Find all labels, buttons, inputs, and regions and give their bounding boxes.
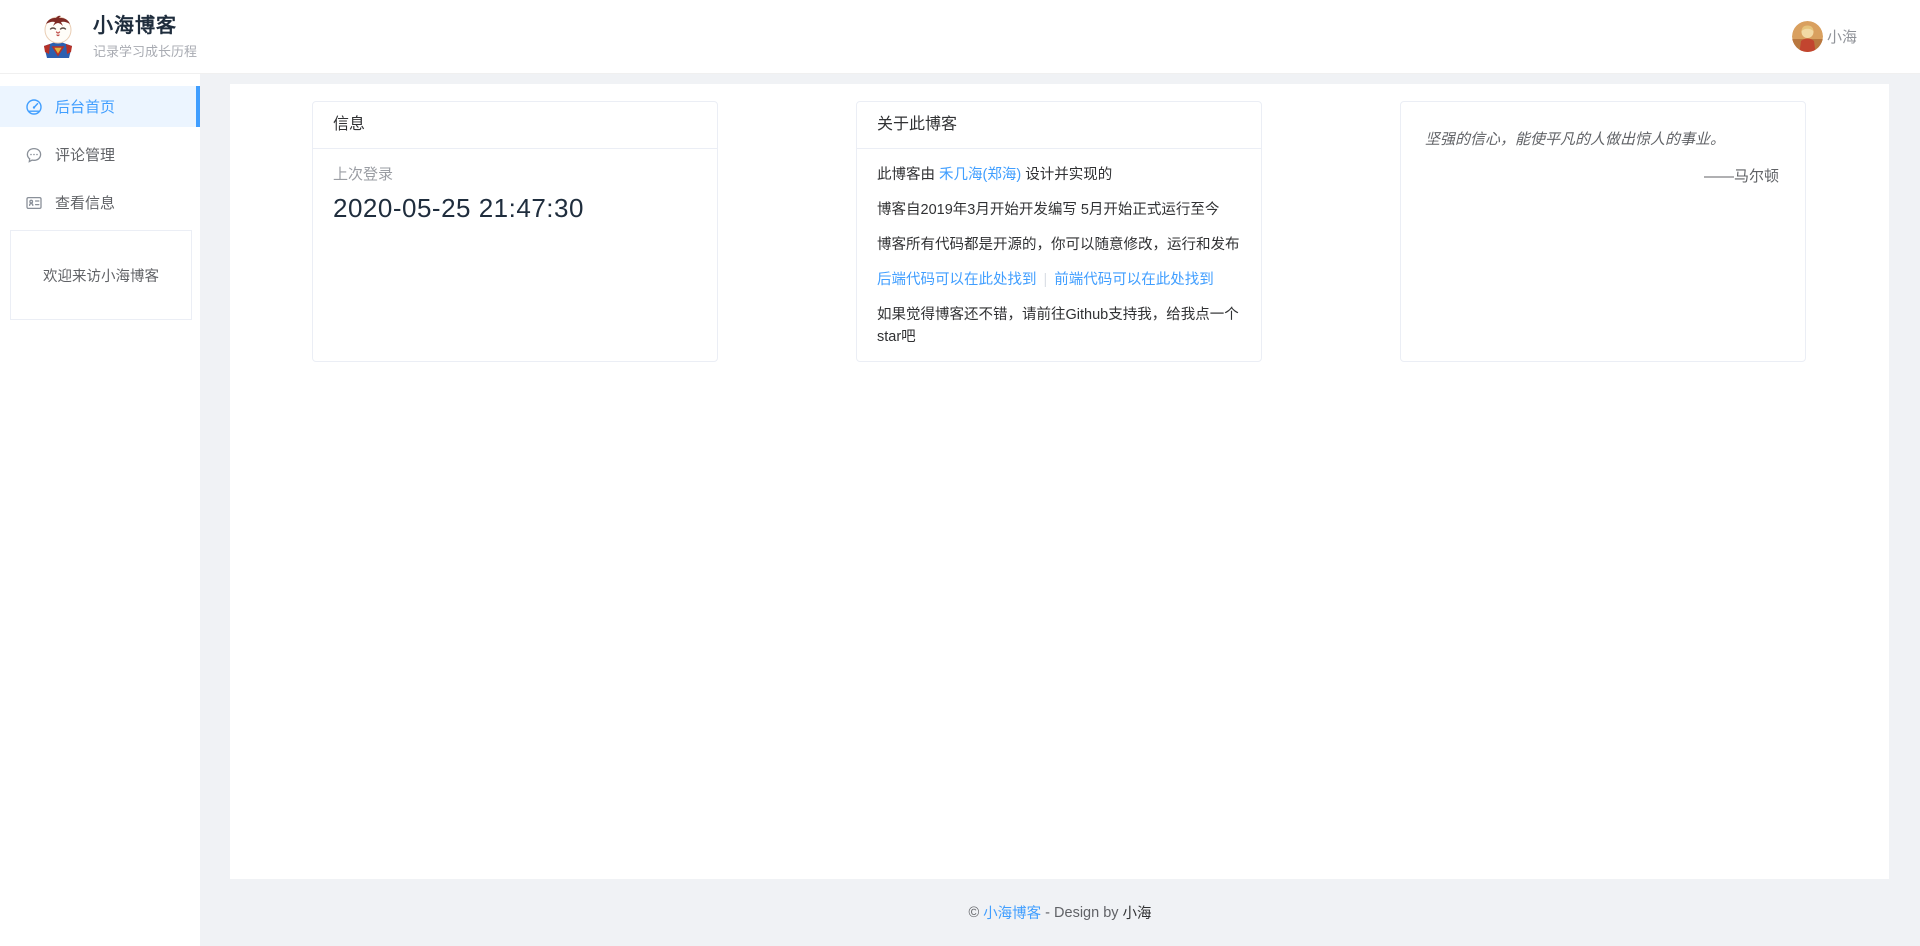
about-line1-suffix: 设计并实现的	[1021, 167, 1112, 183]
quote-author: ——马尔顿	[1425, 165, 1779, 186]
comment-icon	[25, 146, 43, 164]
odometer-icon	[25, 98, 43, 116]
link-separator: |	[1037, 272, 1055, 288]
footer-author: 小海	[1123, 902, 1152, 923]
sidebar-item-view-info[interactable]: 查看信息	[0, 182, 200, 223]
welcome-text: 欢迎来访小海博客	[43, 265, 159, 286]
about-line1-prefix: 此博客由	[877, 167, 939, 183]
brand-text: 小海博客 记录学习成长历程	[93, 14, 197, 60]
info-card-title: 信息	[313, 102, 717, 149]
postcard-icon	[25, 194, 43, 212]
footer-site-link[interactable]: 小海博客	[983, 902, 1041, 923]
layout: 后台首页 评论管理	[0, 74, 1920, 946]
sidebar-item-comments[interactable]: 评论管理	[0, 134, 200, 175]
sidebar-item-label: 查看信息	[55, 192, 115, 213]
about-line-opensource: 博客所有代码都是开源的，你可以随意修改，运行和发布	[877, 234, 1241, 256]
main-area: 信息 上次登录 2020-05-25 21:47:30 关于此博客 此博客由 禾…	[200, 74, 1920, 946]
user-avatar[interactable]	[1792, 21, 1823, 52]
cards-row: 信息 上次登录 2020-05-25 21:47:30 关于此博客 此博客由 禾…	[312, 101, 1806, 362]
top-header: 小海博客 记录学习成长历程 小海	[0, 0, 1920, 74]
last-login-label: 上次登录	[333, 163, 697, 184]
footer-middle-text: - Design by	[1045, 905, 1118, 921]
sidebar-item-label: 后台首页	[55, 96, 115, 117]
author-link[interactable]: 禾几海(郑海)	[939, 167, 1021, 183]
backend-code-link[interactable]: 后端代码可以在此处找到	[877, 272, 1037, 288]
site-subtitle: 记录学习成长历程	[93, 41, 197, 60]
welcome-box: 欢迎来访小海博客	[10, 230, 192, 320]
about-card-title: 关于此博客	[857, 102, 1261, 149]
about-card: 关于此博客 此博客由 禾几海(郑海) 设计并实现的 博客自2019年3月开始开发…	[856, 101, 1262, 362]
brand: 小海博客 记录学习成长历程	[36, 14, 197, 60]
info-card-body: 上次登录 2020-05-25 21:47:30	[313, 149, 717, 230]
sidebar-item-label: 评论管理	[55, 144, 115, 165]
content-panel: 信息 上次登录 2020-05-25 21:47:30 关于此博客 此博客由 禾…	[230, 84, 1889, 879]
about-card-body: 此博客由 禾几海(郑海) 设计并实现的 博客自2019年3月开始开发编写 5月开…	[857, 149, 1261, 348]
admin-dashboard-page: 小海博客 记录学习成长历程 小海	[0, 0, 1920, 946]
frontend-code-link[interactable]: 前端代码可以在此处找到	[1054, 272, 1214, 288]
about-line-star: 如果觉得博客还不错，请前往Github支持我，给我点一个star吧	[877, 304, 1241, 348]
last-login-value: 2020-05-25 21:47:30	[333, 193, 697, 224]
about-line-author: 此博客由 禾几海(郑海) 设计并实现的	[877, 164, 1241, 186]
user-menu[interactable]: 小海	[1792, 21, 1857, 52]
sidebar: 后台首页 评论管理	[0, 74, 200, 946]
site-title: 小海博客	[93, 14, 197, 38]
copyright-symbol: ©	[968, 905, 979, 921]
blog-logo-icon	[36, 14, 80, 60]
page-footer: © 小海博客 - Design by 小海	[200, 879, 1920, 946]
sidebar-item-dashboard[interactable]: 后台首页	[0, 86, 200, 127]
quote-text: 坚强的信心，能使平凡的人做出惊人的事业。	[1425, 129, 1779, 151]
user-name: 小海	[1827, 26, 1857, 47]
quote-card: 坚强的信心，能使平凡的人做出惊人的事业。 ——马尔顿	[1400, 101, 1806, 362]
about-line-links: 后端代码可以在此处找到|前端代码可以在此处找到	[877, 269, 1241, 291]
info-card: 信息 上次登录 2020-05-25 21:47:30	[312, 101, 718, 362]
about-line-history: 博客自2019年3月开始开发编写 5月开始正式运行至今	[877, 199, 1241, 221]
active-indicator	[196, 86, 200, 127]
